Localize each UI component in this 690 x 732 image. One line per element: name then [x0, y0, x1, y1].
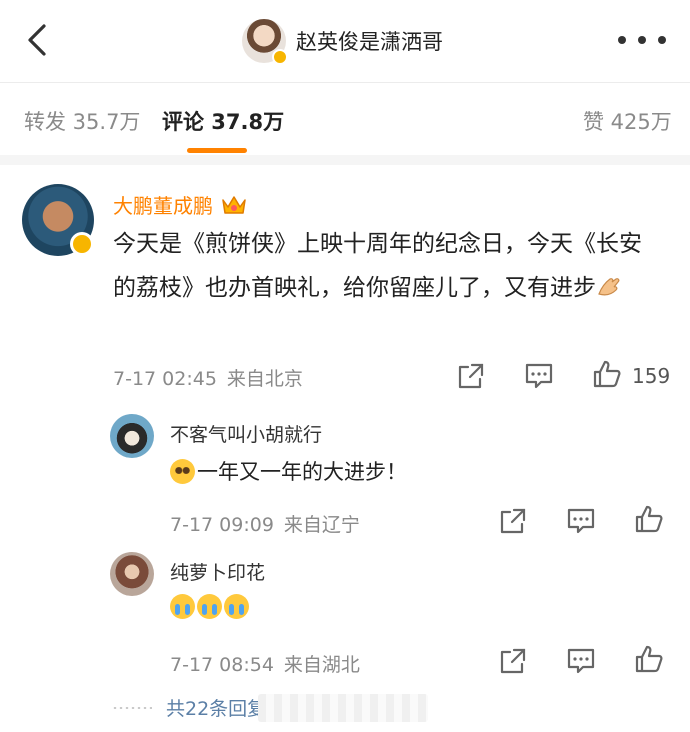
tab-repost[interactable]: 转发 35.7万 — [24, 106, 140, 136]
watermark-overlay — [258, 694, 428, 722]
crying-emoji-icon — [170, 594, 195, 619]
comment-text: 今天是《煎饼侠》上映十周年的纪念日，今天《长安的荔枝》也办首映礼，给你留座儿了，… — [113, 231, 642, 301]
share-icon[interactable] — [498, 506, 528, 536]
comment-icon[interactable] — [524, 361, 554, 391]
page-title: 赵英俊是潇洒哥 — [296, 30, 443, 54]
reply-body — [170, 594, 251, 619]
tab-bar: 转发 35.7万 评论 37.8万 赞 425万 — [0, 88, 690, 156]
reply-text: 一年又一年的大进步！ — [197, 460, 407, 484]
share-icon[interactable] — [456, 361, 486, 391]
back-icon[interactable] — [20, 22, 56, 58]
tab-comment[interactable]: 评论 37.8万 — [162, 106, 284, 136]
share-icon[interactable] — [498, 646, 528, 676]
like-icon[interactable] — [634, 504, 664, 534]
more-replies-link[interactable]: 共22条回复 — [112, 694, 266, 721]
more-replies-text[interactable]: 共22条回复 — [166, 694, 266, 721]
reply-meta: 7-17 08:54 来自湖北 — [170, 650, 360, 677]
comment-body: 今天是《煎饼侠》上映十周年的纪念日，今天《长安的荔枝》也办首映礼，给你留座儿了，… — [113, 222, 663, 310]
like-icon[interactable] — [592, 359, 622, 389]
crown-icon — [222, 195, 246, 214]
pleading-emoji-icon — [170, 458, 195, 484]
reply-location: 来自湖北 — [283, 654, 360, 676]
reply-meta: 7-17 09:09 来自辽宁 — [170, 510, 360, 537]
verified-badge-icon — [70, 232, 94, 256]
header-divider — [0, 82, 690, 83]
commenter-name-row[interactable]: 大鹏董成鹏 — [113, 190, 247, 219]
comment-meta: 7-17 02:45 来自北京 — [113, 364, 303, 391]
more-options-icon[interactable] — [618, 30, 666, 50]
active-tab-indicator — [187, 148, 247, 153]
verified-badge-icon — [272, 49, 288, 65]
commenter-avatar[interactable] — [22, 184, 94, 256]
reply-author[interactable]: 纯萝卜印花 — [170, 558, 265, 585]
reply-body: 一年又一年的大进步！ — [170, 456, 407, 486]
comment-time: 7-17 02:45 — [113, 368, 217, 390]
reply-avatar[interactable] — [110, 414, 154, 458]
comment-location: 来自北京 — [226, 368, 303, 390]
tab-like[interactable]: 赞 425万 — [583, 106, 672, 136]
comment-icon[interactable] — [566, 646, 596, 676]
reply-avatar[interactable] — [110, 552, 154, 596]
reply-location: 来自辽宁 — [283, 514, 360, 536]
author-avatar[interactable] — [242, 19, 288, 65]
like-count: 159 — [632, 364, 671, 388]
like-icon[interactable] — [634, 644, 664, 674]
reply-time: 7-17 09:09 — [170, 514, 274, 536]
page-title-group[interactable]: 赵英俊是潇洒哥 — [242, 18, 443, 65]
comment-icon[interactable] — [566, 506, 596, 536]
dotted-line — [112, 706, 152, 709]
top-bar: 赵英俊是潇洒哥 — [0, 0, 690, 82]
crying-emoji-icon — [224, 594, 249, 619]
reply-time: 7-17 08:54 — [170, 654, 274, 676]
section-divider — [0, 155, 690, 165]
commenter-name[interactable]: 大鹏董成鹏 — [113, 190, 213, 219]
reply-author[interactable]: 不客气叫小胡就行 — [170, 420, 322, 447]
clap-hands-emoji-icon — [598, 278, 620, 296]
crying-emoji-icon — [197, 594, 222, 619]
